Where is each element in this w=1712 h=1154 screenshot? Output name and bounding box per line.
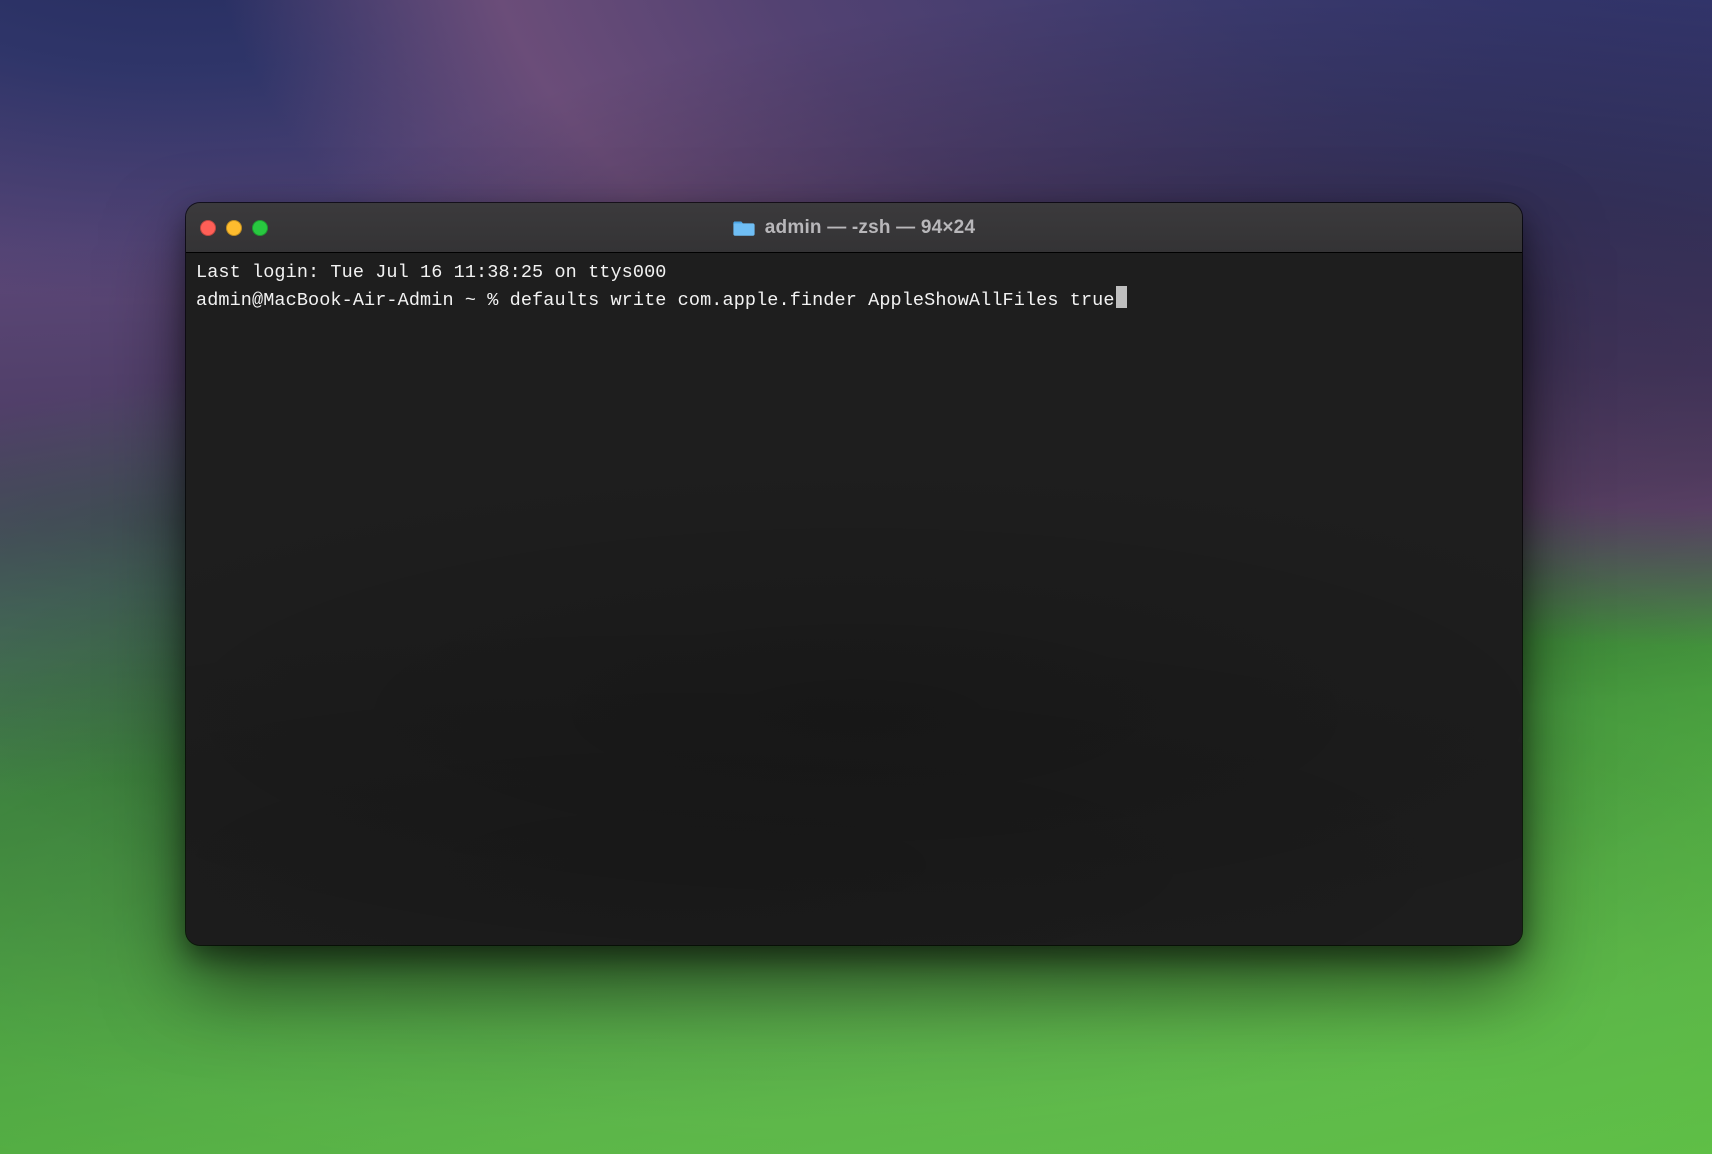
terminal-window[interactable]: admin — -zsh — 94×24 Last login: Tue Jul…	[186, 203, 1522, 945]
cursor-block	[1116, 286, 1127, 308]
minimize-button[interactable]	[226, 220, 242, 236]
folder-icon	[733, 219, 755, 237]
window-title-wrap: admin — -zsh — 94×24	[186, 217, 1522, 239]
command-text: defaults write com.apple.finder AppleSho…	[510, 290, 1115, 311]
window-title: admin — -zsh — 94×24	[765, 217, 975, 239]
traffic-lights	[200, 220, 268, 236]
prompt: admin@MacBook-Air-Admin ~ %	[196, 290, 510, 311]
zoom-button[interactable]	[252, 220, 268, 236]
close-button[interactable]	[200, 220, 216, 236]
terminal-output: Last login: Tue Jul 16 11:38:25 on ttys0…	[196, 259, 1512, 314]
titlebar[interactable]: admin — -zsh — 94×24	[186, 203, 1522, 253]
last-login-line: Last login: Tue Jul 16 11:38:25 on ttys0…	[196, 262, 666, 283]
terminal-body[interactable]: Last login: Tue Jul 16 11:38:25 on ttys0…	[186, 253, 1522, 945]
desktop-wallpaper: admin — -zsh — 94×24 Last login: Tue Jul…	[0, 0, 1712, 1154]
